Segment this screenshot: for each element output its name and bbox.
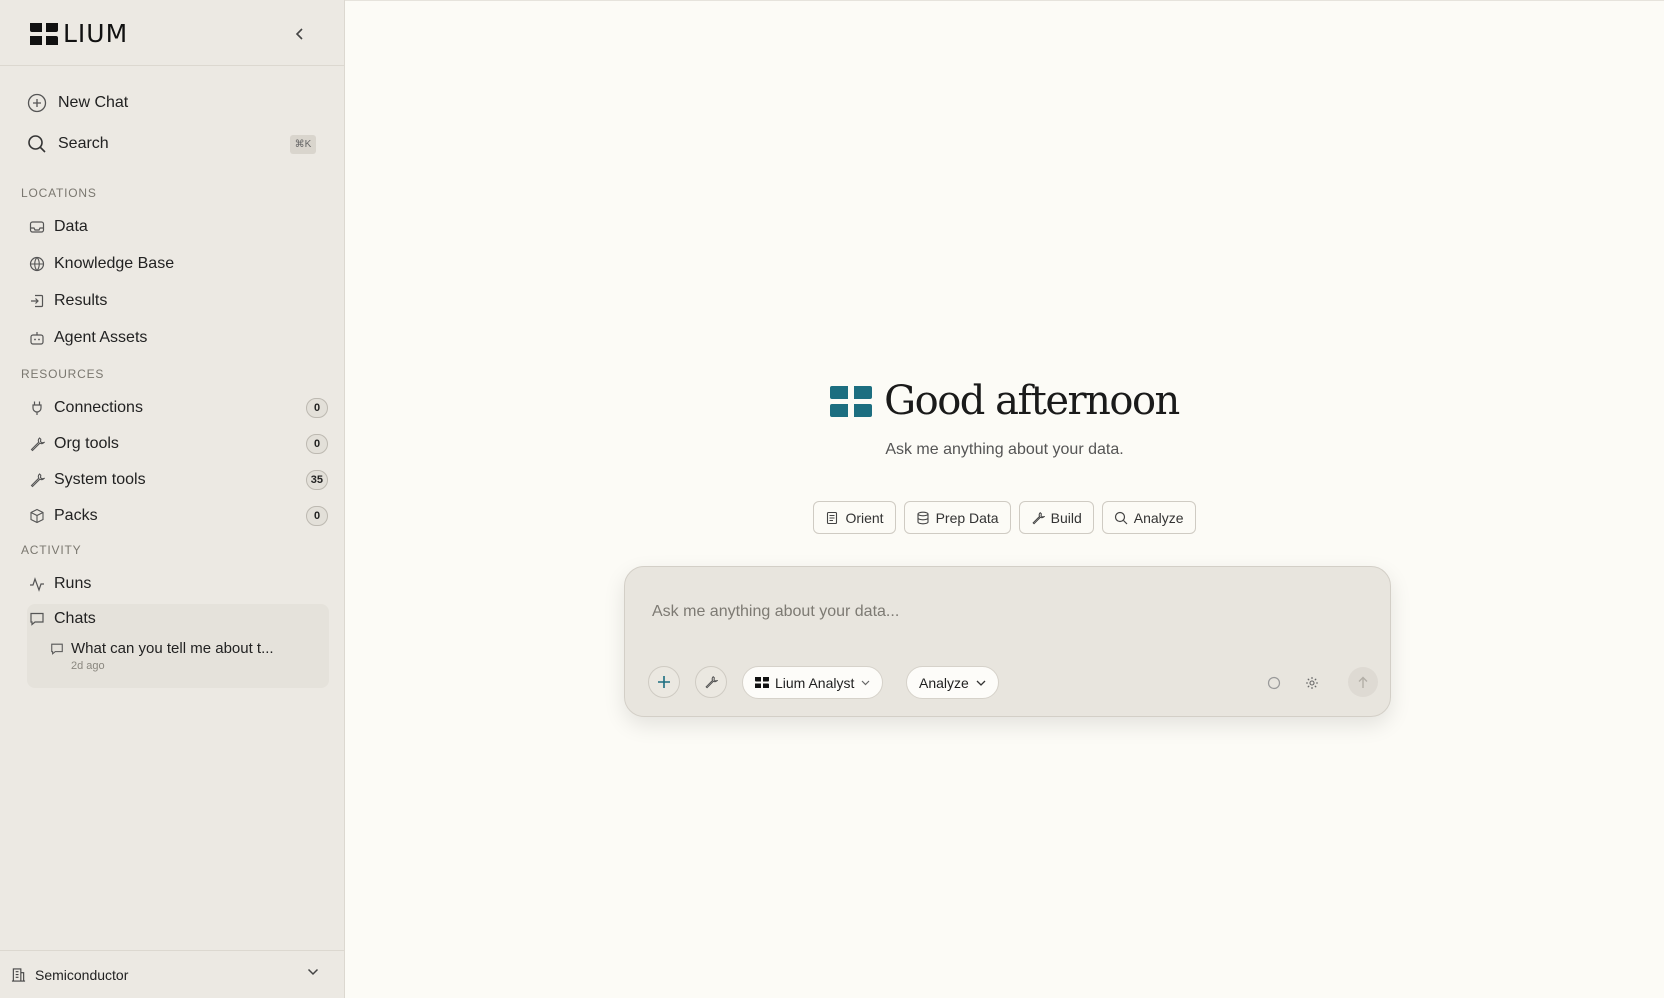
- quick-action-label: Orient: [845, 509, 884, 526]
- app-name: LIUM: [63, 19, 129, 48]
- globe-icon: [29, 256, 45, 272]
- search-button[interactable]: Search: [26, 133, 109, 155]
- sidebar-item-label: Org tools: [54, 435, 119, 452]
- main-content: Good afternoon Ask me anything about you…: [345, 0, 1664, 998]
- app-logo[interactable]: LIUM: [30, 19, 129, 48]
- section-activity: ACTIVITY: [21, 543, 82, 557]
- chevron-down-icon: [861, 680, 870, 685]
- settings-button[interactable]: [1304, 675, 1320, 691]
- sidebar-item-label: Runs: [54, 575, 92, 592]
- new-chat-label: New Chat: [58, 94, 129, 111]
- workspace-switcher[interactable]: Semiconductor: [0, 950, 345, 998]
- search-label: Search: [58, 135, 109, 152]
- sidebar-item-system-tools[interactable]: System tools 35: [28, 465, 328, 495]
- plug-icon: [32, 401, 42, 415]
- export-icon: [31, 294, 44, 308]
- wrench-icon: [705, 676, 718, 689]
- sidebar-item-chats[interactable]: Chats: [28, 604, 328, 634]
- lium-logo-icon: [755, 677, 769, 688]
- attach-button[interactable]: [648, 666, 680, 698]
- brand-mark-icon: [830, 385, 873, 417]
- clipboard-icon: [827, 511, 838, 524]
- section-locations: LOCATIONS: [21, 186, 97, 200]
- quick-action-label: Analyze: [1133, 509, 1184, 526]
- sidebar-item-packs[interactable]: Packs 0: [28, 501, 328, 531]
- search-shortcut: ⌘K: [290, 135, 316, 154]
- sidebar-header: LIUM: [0, 0, 344, 66]
- sidebar-item-label: Data: [54, 218, 88, 235]
- plus-icon: [658, 676, 670, 688]
- database-icon: [917, 511, 929, 524]
- collapse-sidebar-button[interactable]: [288, 24, 312, 44]
- sidebar-item-label: Chats: [54, 610, 96, 627]
- mode-name: Analyze: [919, 674, 969, 691]
- sidebar-item-agent-assets[interactable]: Agent Assets: [28, 323, 328, 353]
- sidebar-item-label: Connections: [54, 399, 143, 416]
- plus-circle-icon: [27, 93, 47, 113]
- sidebar-item-label: System tools: [54, 471, 146, 488]
- logo-mark-icon: [30, 23, 58, 45]
- chat-composer: Lium Analyst Analyze: [624, 566, 1391, 717]
- sidebar-item-data[interactable]: Data: [28, 212, 328, 242]
- agent-name: Lium Analyst: [775, 674, 855, 691]
- quick-action-build[interactable]: Build: [1018, 501, 1094, 534]
- search-icon: [1114, 511, 1128, 524]
- send-button[interactable]: [1348, 667, 1378, 697]
- count-badge: 0: [306, 506, 328, 526]
- bot-icon: [30, 332, 44, 345]
- wrench-icon: [1032, 511, 1045, 524]
- message-icon: [51, 643, 63, 655]
- sidebar-item-label: Knowledge Base: [54, 255, 175, 272]
- count-badge: 35: [305, 470, 328, 490]
- quick-action-label: Prep Data: [935, 509, 999, 526]
- circle-icon: [1267, 676, 1281, 690]
- chevron-down-icon: [976, 680, 986, 686]
- count-badge: 0: [306, 434, 328, 454]
- activity-icon: [30, 577, 44, 592]
- sidebar-item-connections[interactable]: Connections 0: [28, 393, 328, 423]
- workspace-name: Semiconductor: [35, 966, 129, 983]
- quick-action-orient[interactable]: Orient: [813, 501, 896, 534]
- greeting: Good afternoon: [345, 377, 1664, 425]
- quick-actions: Orient Prep Data Build Analyze: [345, 501, 1664, 534]
- package-icon: [30, 508, 44, 524]
- chevron-down-icon: [307, 968, 319, 976]
- tools-button[interactable]: [695, 666, 727, 698]
- agent-selector[interactable]: Lium Analyst: [742, 666, 884, 699]
- sidebar-item-results[interactable]: Results: [28, 286, 328, 316]
- greeting-subtitle: Ask me anything about your data.: [885, 441, 1124, 458]
- recent-chat-time: 2d ago: [71, 660, 105, 672]
- gear-icon: [1306, 677, 1318, 689]
- building-icon: [11, 968, 26, 982]
- sidebar-item-label: Results: [54, 292, 108, 309]
- sidebar-item-label: Agent Assets: [54, 329, 148, 346]
- message-icon: [30, 612, 44, 626]
- section-resources: RESOURCES: [21, 367, 105, 381]
- chevron-left-icon: [295, 28, 303, 40]
- new-chat-button[interactable]: New Chat: [26, 92, 128, 114]
- count-badge: 0: [306, 398, 328, 418]
- inbox-icon: [29, 221, 45, 233]
- chats-group: Chats What can you tell me about t... 2d…: [27, 604, 329, 688]
- status-indicator[interactable]: [1266, 675, 1282, 691]
- sidebar-item-label: Packs: [54, 507, 98, 524]
- arrow-up-icon: [1358, 676, 1368, 688]
- recent-chat-title: What can you tell me about t...: [71, 640, 274, 657]
- quick-action-analyze[interactable]: Analyze: [1101, 501, 1196, 534]
- search-icon: [28, 135, 46, 153]
- greeting-title: Good afternoon: [884, 378, 1180, 424]
- sidebar-item-runs[interactable]: Runs: [28, 569, 328, 599]
- sidebar-item-knowledge-base[interactable]: Knowledge Base: [28, 249, 328, 279]
- mode-selector[interactable]: Analyze: [906, 666, 999, 699]
- quick-action-prep-data[interactable]: Prep Data: [903, 501, 1011, 534]
- wrench-icon: [30, 473, 45, 488]
- chat-input[interactable]: [652, 603, 1352, 621]
- sidebar-item-org-tools[interactable]: Org tools 0: [28, 429, 328, 459]
- sidebar: LIUM New Chat Search ⌘K LOCATIONS Data K…: [0, 0, 345, 998]
- recent-chat-item[interactable]: What can you tell me about t... 2d ago: [49, 640, 319, 672]
- wrench-icon: [30, 437, 45, 452]
- quick-action-label: Build: [1050, 509, 1082, 526]
